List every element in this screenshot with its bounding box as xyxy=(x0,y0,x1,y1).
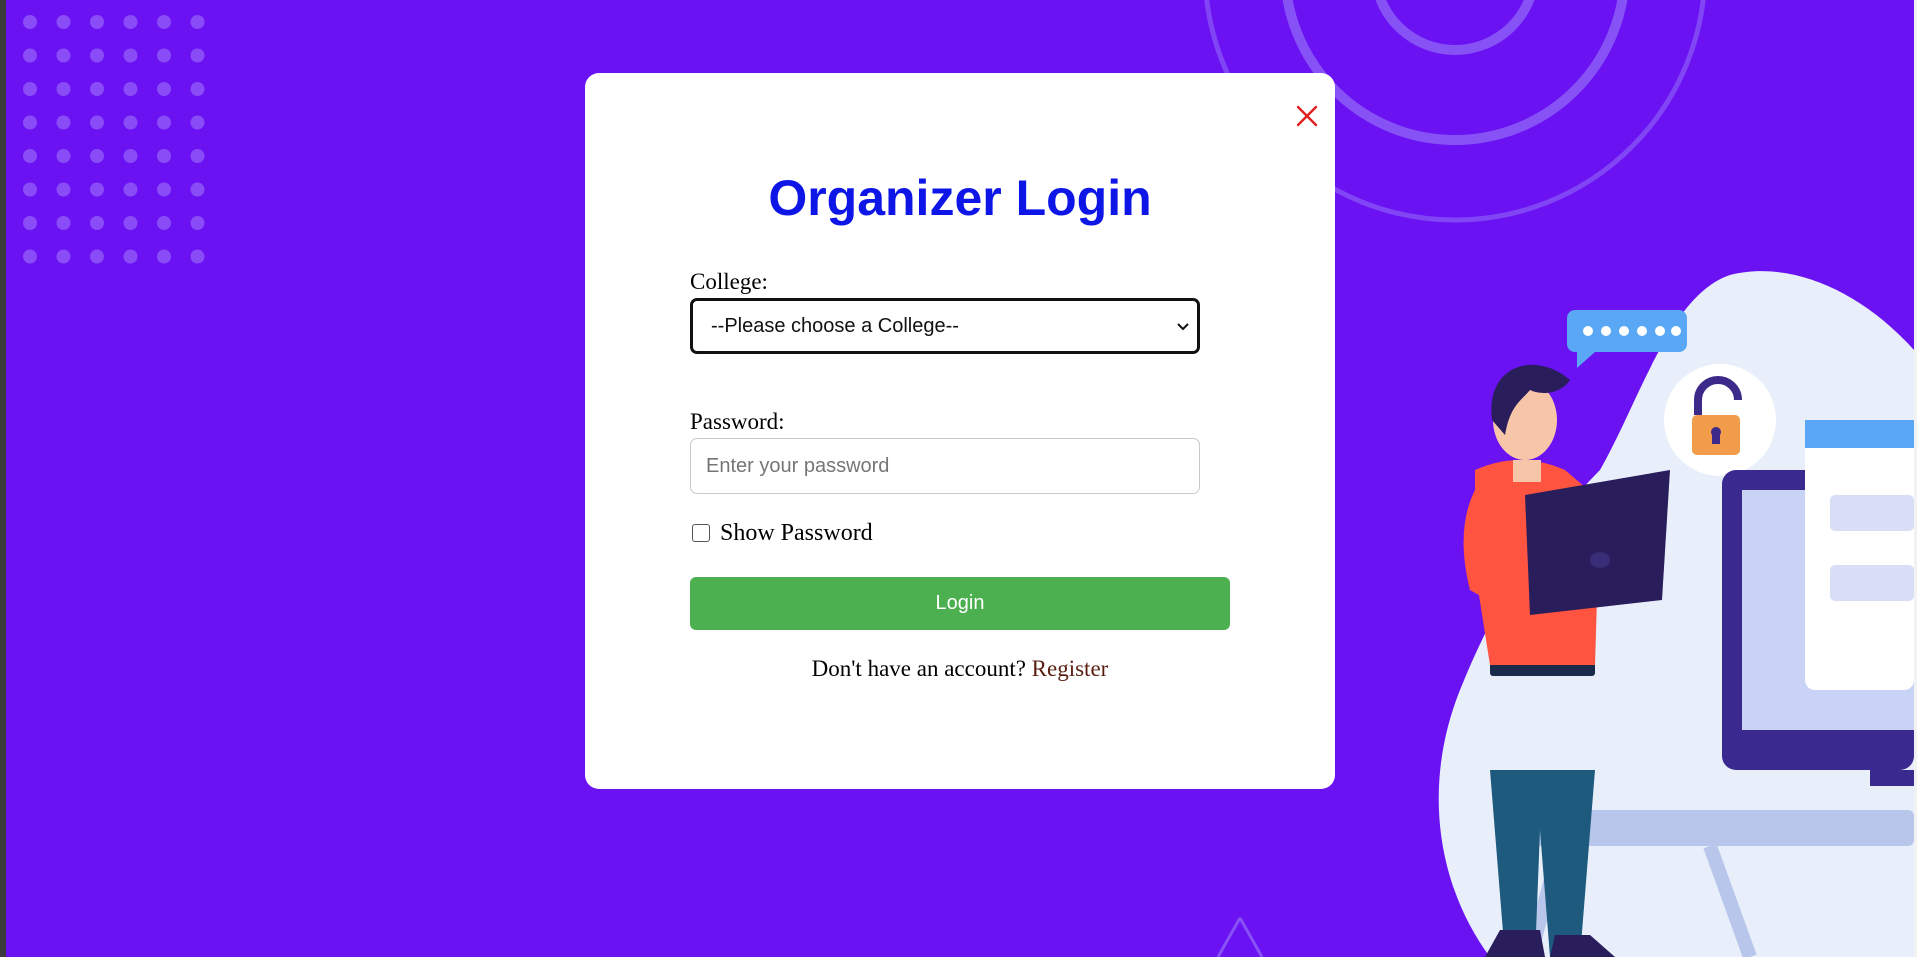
decorative-dot xyxy=(56,82,71,96)
register-link[interactable]: Register xyxy=(1032,656,1109,681)
decorative-dot xyxy=(56,249,71,264)
close-button[interactable] xyxy=(1292,101,1322,131)
college-select[interactable]: --Please choose a College-- xyxy=(690,298,1200,354)
window-left-edge xyxy=(0,0,6,957)
decorative-dot xyxy=(157,115,171,130)
login-modal: Organizer Login College: --Please choose… xyxy=(585,73,1335,789)
decorative-dot xyxy=(157,216,171,230)
decorative-dot xyxy=(90,15,104,29)
decorative-dot xyxy=(157,249,171,264)
decorative-dot xyxy=(90,48,104,63)
decorative-dot xyxy=(90,115,104,130)
register-prompt-text: Don't have an account? xyxy=(811,656,1026,681)
decorative-dot xyxy=(157,149,171,163)
decorative-dot xyxy=(56,48,71,63)
decorative-dot xyxy=(123,249,138,264)
register-prompt: Don't have an account? Register xyxy=(585,656,1335,682)
decorative-dot xyxy=(123,182,138,197)
decorative-dot xyxy=(190,115,205,130)
password-label: Password: xyxy=(690,409,785,434)
decorative-dot xyxy=(190,82,205,96)
college-select-value: --Please choose a College-- xyxy=(711,315,959,337)
decorative-dot xyxy=(190,15,205,29)
login-button[interactable]: Login xyxy=(690,577,1230,630)
decorative-dot xyxy=(190,249,205,264)
decorative-dot xyxy=(157,15,171,29)
close-icon xyxy=(1296,105,1318,127)
decorative-dot xyxy=(123,82,138,96)
decorative-dot xyxy=(90,249,104,264)
decorative-dot xyxy=(123,15,138,29)
decorative-dot xyxy=(190,149,205,163)
show-password-checkbox[interactable] xyxy=(692,524,710,542)
decorative-dot xyxy=(56,149,71,163)
decorative-dot xyxy=(157,48,171,63)
show-password-label[interactable]: Show Password xyxy=(720,520,873,547)
decorative-dot xyxy=(123,48,138,63)
decorative-dot xyxy=(123,149,138,163)
decorative-dot xyxy=(190,182,205,197)
decorative-dot xyxy=(56,15,71,29)
decorative-dot xyxy=(56,115,71,130)
decorative-dot xyxy=(23,115,37,130)
decorative-dot xyxy=(90,149,104,163)
decorative-dot xyxy=(23,82,37,96)
password-input[interactable] xyxy=(690,438,1200,494)
triangle-decoration xyxy=(1216,917,1264,957)
page-title: Organizer Login xyxy=(768,170,1152,226)
decorative-dot xyxy=(123,216,138,230)
decorative-dot xyxy=(56,182,71,197)
chevron-down-icon xyxy=(1177,323,1189,331)
person-with-laptop-illustration xyxy=(1438,271,1914,957)
dot-pattern-decoration xyxy=(23,15,205,264)
decorative-dot xyxy=(23,149,37,163)
decorative-dot xyxy=(190,48,205,63)
decorative-dot xyxy=(56,216,71,230)
decorative-dot xyxy=(23,249,37,264)
decorative-dot xyxy=(23,182,37,197)
decorative-dot xyxy=(90,82,104,96)
decorative-dot xyxy=(90,182,104,197)
decorative-dot xyxy=(190,216,205,230)
decorative-dot xyxy=(23,15,37,29)
decorative-dot xyxy=(157,82,171,96)
decorative-dot xyxy=(23,216,37,230)
college-label: College: xyxy=(690,269,768,294)
decorative-dot xyxy=(123,115,138,130)
decorative-dot xyxy=(157,182,171,197)
decorative-dot xyxy=(23,48,37,63)
decorative-dot xyxy=(90,216,104,230)
